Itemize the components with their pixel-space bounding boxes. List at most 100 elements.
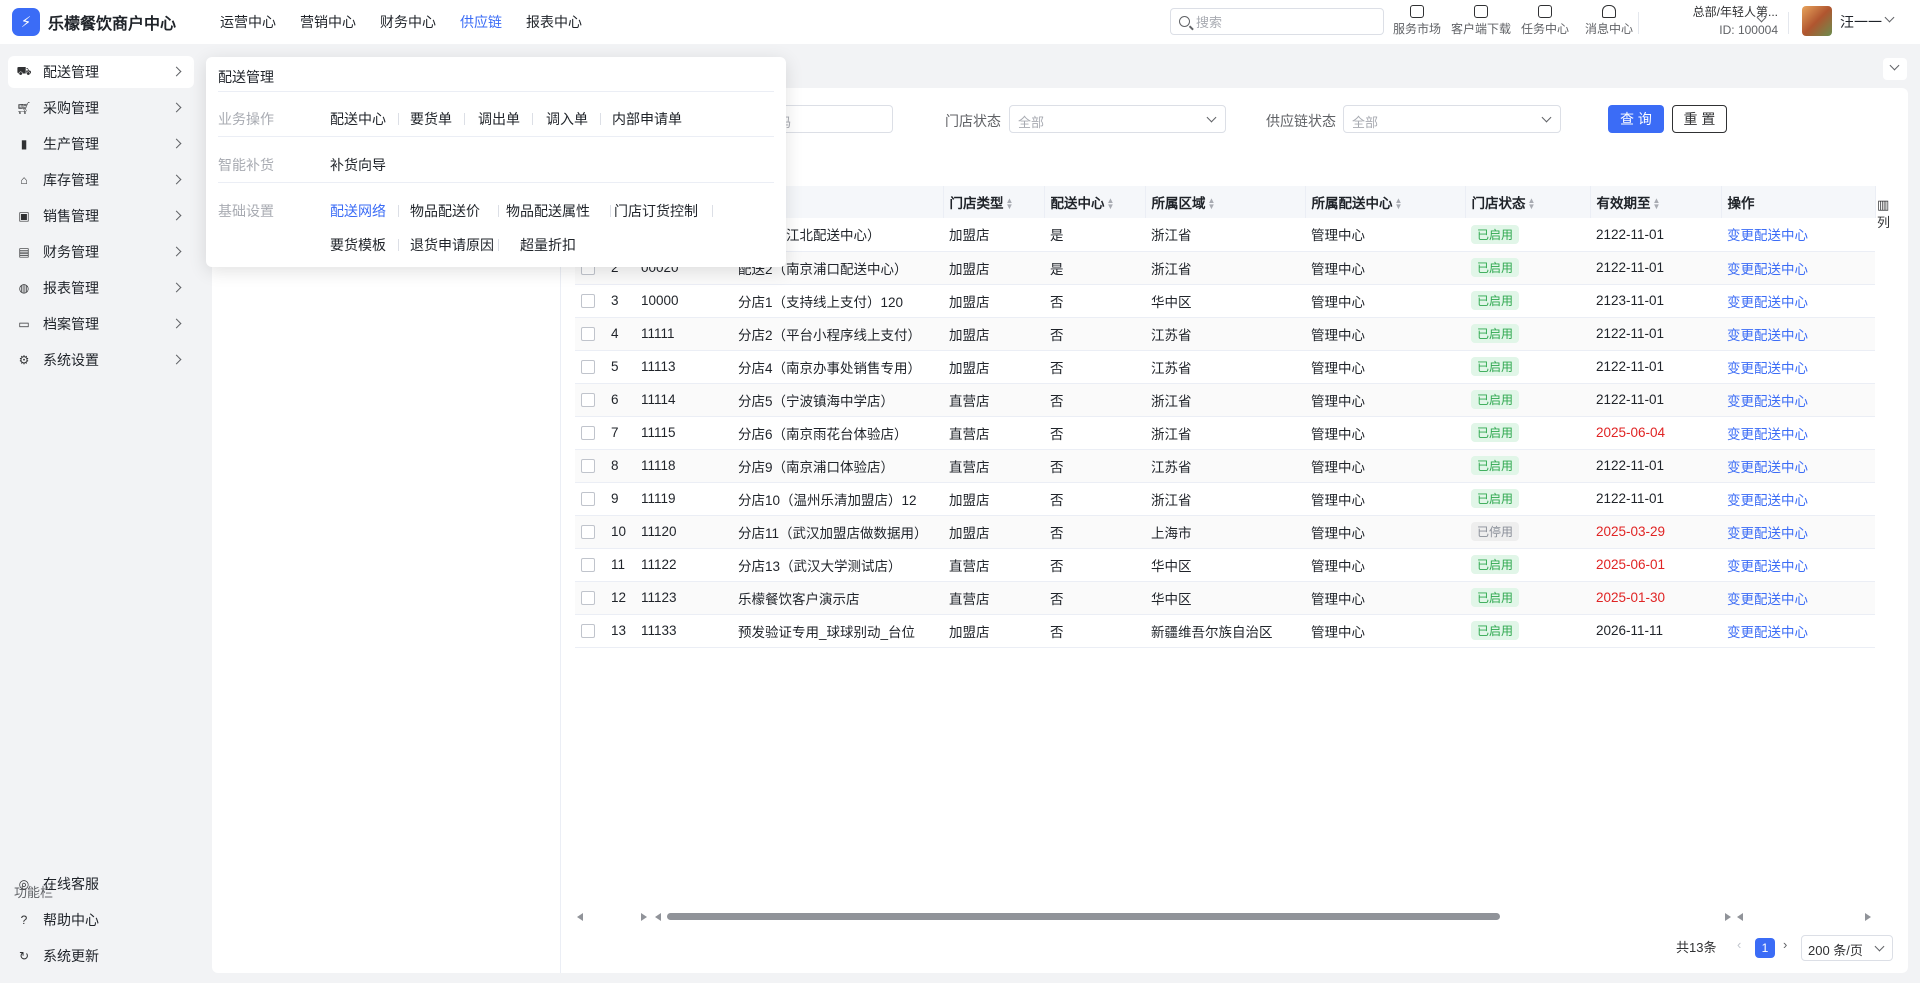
store-status-select[interactable]: 全部: [1009, 105, 1226, 133]
row-checkbox[interactable]: [581, 459, 595, 474]
sidebar-item-update[interactable]: ↻ 系统更新: [8, 940, 194, 972]
topnav-supply-chain[interactable]: 供应链: [460, 12, 502, 32]
next-page-icon[interactable]: ›: [1783, 937, 1787, 952]
flyout-link-transfer-in[interactable]: 调入单: [546, 109, 588, 129]
sidebar-item-finance[interactable]: ▤ 财务管理: [8, 236, 194, 268]
flyout-link-item-delivery-attr[interactable]: 物品配送属性: [506, 201, 590, 221]
scrollbar-thumb[interactable]: [667, 913, 1500, 920]
scroll-left-icon[interactable]: [1737, 913, 1743, 921]
flyout-link-internal-request[interactable]: 内部申请单: [612, 109, 682, 129]
flyout-link-delivery-network[interactable]: 配送网络: [330, 201, 386, 221]
topnav-reports[interactable]: 报表中心: [526, 12, 582, 32]
change-center-link[interactable]: 变更配送中心: [1727, 559, 1808, 574]
flyout-link-overage-discount[interactable]: 超量折扣: [520, 235, 576, 255]
row-checkbox[interactable]: [581, 327, 595, 342]
search-input[interactable]: 搜索: [1170, 8, 1384, 35]
query-button[interactable]: 查 询: [1608, 105, 1664, 133]
scroll-right-icon[interactable]: [1725, 913, 1731, 921]
topnav-marketing[interactable]: 营销中心: [300, 12, 356, 32]
change-center-link[interactable]: 变更配送中心: [1727, 526, 1808, 541]
flyout-link-store-order-control[interactable]: 门店订货控制: [614, 201, 698, 221]
row-checkbox[interactable]: [581, 393, 595, 408]
change-center-link[interactable]: 变更配送中心: [1727, 493, 1808, 508]
status-badge-cell: 已启用: [1465, 416, 1590, 450]
scroll-left-icon[interactable]: [655, 913, 661, 921]
flyout-link-item-delivery-price[interactable]: 物品配送价: [410, 201, 480, 221]
sidebar-item-help[interactable]: ? 帮助中心: [8, 904, 194, 936]
change-center-link[interactable]: 变更配送中心: [1727, 228, 1808, 243]
flyout-link-return-reason[interactable]: 退货申请原因: [410, 235, 494, 255]
horizontal-scrollbar[interactable]: [575, 909, 1875, 923]
flyout-title: 配送管理: [218, 69, 274, 85]
change-center-link[interactable]: 变更配送中心: [1727, 460, 1808, 475]
flyout-link-requisition-template[interactable]: 要货模板: [330, 235, 386, 255]
change-center-link[interactable]: 变更配送中心: [1727, 427, 1808, 442]
sort-icon[interactable]: ▲▼: [1208, 197, 1216, 211]
tool-client-download[interactable]: 客户端下载: [1449, 2, 1513, 37]
tool-message-center[interactable]: 消息中心: [1577, 2, 1641, 37]
header-delivery-center[interactable]: 配送中心 ▲ ▼: [1044, 186, 1146, 218]
expiry-date-cell: 2122-11-01: [1590, 482, 1721, 516]
sidebar-item-settings[interactable]: ⚙ 系统设置: [8, 344, 194, 376]
row-checkbox[interactable]: [581, 558, 595, 573]
collapse-button[interactable]: [1883, 58, 1907, 80]
row-checkbox[interactable]: [581, 426, 595, 441]
sort-icon[interactable]: ▲▼: [1107, 197, 1115, 211]
change-center-link[interactable]: 变更配送中心: [1727, 625, 1808, 640]
page-number[interactable]: 1: [1755, 938, 1775, 958]
sort-icon[interactable]: ▲▼: [1006, 197, 1014, 211]
prev-page-icon[interactable]: ‹: [1737, 937, 1741, 952]
change-center-link[interactable]: 变更配送中心: [1727, 361, 1808, 376]
separator: [498, 205, 499, 217]
sort-icon[interactable]: ▲▼: [1395, 197, 1403, 211]
app-logo[interactable]: ⚡ 乐檬餐饮商户中心: [0, 8, 210, 36]
sidebar-item-sales[interactable]: ▣ 销售管理: [8, 200, 194, 232]
row-checkbox[interactable]: [581, 624, 595, 639]
header-parent-center[interactable]: 所属配送中心 ▲ ▼: [1305, 186, 1466, 218]
row-checkbox[interactable]: [581, 360, 595, 375]
change-center-link[interactable]: 变更配送中心: [1727, 592, 1808, 607]
header-region[interactable]: 所属区域 ▲ ▼: [1145, 186, 1306, 218]
code-input[interactable]: 码: [770, 105, 893, 133]
sidebar-item-online-service[interactable]: ◎ 在线客服: [8, 868, 194, 900]
supply-status-select[interactable]: 全部: [1343, 105, 1561, 133]
sidebar-item-reports[interactable]: ◍ 报表管理: [8, 272, 194, 304]
change-center-link[interactable]: 变更配送中心: [1727, 328, 1808, 343]
org-switcher[interactable]: 总部/年轻人第... ID: 100004: [1650, 3, 1778, 39]
page-size-select[interactable]: 200 条/页: [1801, 935, 1893, 961]
user-name[interactable]: 汪一一: [1840, 12, 1882, 32]
column-settings-button[interactable]: ▥ 列: [1877, 196, 1895, 232]
header-store-status[interactable]: 门店状态 ▲ ▼: [1465, 186, 1591, 218]
row-checkbox[interactable]: [581, 492, 595, 507]
flyout-link-replenish-wizard[interactable]: 补货向导: [330, 155, 386, 175]
row-checkbox[interactable]: [581, 294, 595, 309]
sort-icon[interactable]: ▲▼: [1528, 197, 1536, 211]
flyout-link-delivery-center[interactable]: 配送中心: [330, 109, 386, 129]
chevron-down-icon[interactable]: [1884, 12, 1895, 23]
scroll-right-icon[interactable]: [641, 913, 647, 921]
reset-button[interactable]: 重 置: [1672, 105, 1727, 133]
tool-service-market[interactable]: 服务市场: [1385, 2, 1449, 37]
flyout-link-transfer-out[interactable]: 调出单: [478, 109, 520, 129]
scroll-left-icon[interactable]: [577, 913, 583, 921]
row-checkbox[interactable]: [581, 591, 595, 606]
change-center-link[interactable]: 变更配送中心: [1727, 262, 1808, 277]
topnav-operations[interactable]: 运营中心: [220, 12, 276, 32]
header-expiry[interactable]: 有效期至 ▲ ▼: [1590, 186, 1722, 218]
avatar[interactable]: [1802, 6, 1832, 36]
header-store-type[interactable]: 门店类型 ▲ ▼: [943, 186, 1045, 218]
sidebar-item-purchase[interactable]: 🛒︎ 采购管理: [8, 92, 194, 124]
change-center-link[interactable]: 变更配送中心: [1727, 295, 1808, 310]
row-checkbox[interactable]: [581, 525, 595, 540]
sidebar-item-delivery[interactable]: ⛟ 配送管理: [8, 56, 194, 88]
change-center-link[interactable]: 变更配送中心: [1727, 394, 1808, 409]
sidebar-item-production[interactable]: ▮ 生产管理: [8, 128, 194, 160]
scroll-right-icon[interactable]: [1865, 913, 1871, 921]
flyout-link-requisition[interactable]: 要货单: [410, 109, 452, 129]
shop-icon: [1410, 5, 1424, 18]
sidebar-item-inventory[interactable]: ⌂ 库存管理: [8, 164, 194, 196]
tool-task-center[interactable]: 任务中心: [1513, 2, 1577, 37]
sort-icon[interactable]: ▲▼: [1653, 197, 1661, 211]
sidebar-item-archives[interactable]: ▭ 档案管理: [8, 308, 194, 340]
topnav-finance[interactable]: 财务中心: [380, 12, 436, 32]
